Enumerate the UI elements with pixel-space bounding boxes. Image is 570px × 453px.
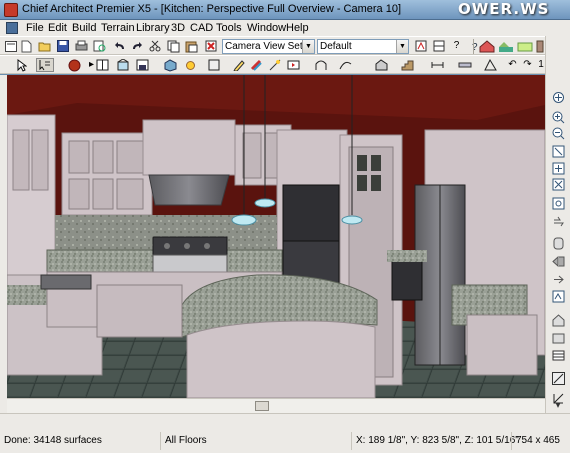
window-icon[interactable] [115, 58, 130, 72]
print-preview-icon[interactable] [92, 39, 107, 53]
menu-edit[interactable]: Edit [48, 22, 67, 34]
help-icon[interactable]: ? [449, 39, 464, 53]
standard-toolbar: Camera View Set ▼ Default ▼ ? ? [0, 36, 545, 55]
view-icon[interactable] [550, 254, 566, 269]
plan-view-icon[interactable] [431, 39, 446, 53]
save-icon[interactable] [55, 39, 70, 53]
zoom-in-icon[interactable] [483, 58, 498, 72]
terrain-icon[interactable] [497, 39, 515, 53]
zoom-out-icon[interactable] [550, 126, 566, 141]
rotate-icon[interactable] [550, 177, 566, 192]
undo-icon[interactable] [112, 39, 127, 53]
camera-icon[interactable] [550, 236, 566, 251]
wall-icon[interactable] [550, 313, 566, 328]
paint-icon[interactable] [249, 58, 264, 72]
layer-forward-icon[interactable]: ↷ [520, 58, 535, 72]
fill-window-icon[interactable] [550, 144, 566, 159]
status-size: 754 x 465 [511, 432, 570, 450]
light-icon[interactable] [183, 58, 198, 72]
box-icon[interactable] [206, 58, 221, 72]
default-select[interactable]: Default ▼ [317, 39, 409, 54]
3d-camera-view[interactable] [7, 75, 545, 398]
delete-icon[interactable] [203, 39, 218, 53]
horizontal-scrollbar[interactable] [7, 398, 545, 413]
camera-view-set-value: Camera View Set [225, 41, 303, 52]
toolbar-separator [473, 39, 474, 54]
floor-icon[interactable] [550, 289, 566, 304]
chevron-down-icon[interactable]: ▼ [302, 40, 314, 53]
cut-icon[interactable] [147, 39, 162, 53]
pencil-icon[interactable] [231, 58, 246, 72]
menu-icon[interactable] [3, 39, 18, 53]
menu-terrain[interactable]: Terrain [101, 22, 135, 34]
arc-icon[interactable] [314, 58, 329, 72]
new-icon[interactable] [19, 39, 34, 53]
layer-icon[interactable] [550, 331, 566, 346]
material-icon[interactable] [267, 58, 282, 72]
menu-3d[interactable]: 3D [171, 22, 185, 34]
layer-back-icon[interactable]: ↶ [505, 58, 520, 72]
roof-icon[interactable] [374, 58, 389, 72]
status-coordinates: X: 189 1/8", Y: 823 5/8", Z: 101 5/16" [351, 432, 519, 450]
copy-icon[interactable] [166, 39, 181, 53]
menu-cad[interactable]: CAD [190, 22, 213, 34]
app-icon [4, 3, 18, 17]
door-open-icon[interactable] [550, 272, 566, 287]
title-bar: Chief Architect Premier X5 - [Kitchen: P… [0, 0, 570, 20]
cabinet-icon[interactable] [95, 58, 110, 72]
print-icon[interactable] [74, 39, 89, 53]
chevron-down-icon[interactable]: ▼ [396, 40, 408, 53]
status-floors: All Floors [160, 432, 351, 450]
orbit-icon[interactable] [550, 196, 566, 211]
fixture-icon[interactable] [163, 58, 178, 72]
menu-help[interactable]: Help [286, 22, 309, 34]
floor-icon[interactable] [516, 39, 534, 53]
menu-bar: File Edit Build Terrain Library 3D CAD T… [0, 20, 570, 36]
house-view-icon[interactable] [478, 39, 496, 53]
menu-library[interactable]: Library [136, 22, 170, 34]
edit-mode-icon[interactable] [36, 58, 54, 72]
scroll-down-icon[interactable]: ▾ [550, 400, 566, 411]
text-icon[interactable] [286, 58, 301, 72]
wall-icon[interactable] [535, 39, 545, 53]
menu-build[interactable]: Build [72, 22, 96, 34]
scroll-thumb[interactable] [255, 401, 269, 411]
window-title: Chief Architect Premier X5 - [Kitchen: P… [22, 3, 402, 15]
menu-window[interactable]: Window [247, 22, 286, 34]
door-icon[interactable] [135, 58, 150, 72]
pan-icon[interactable] [550, 90, 566, 105]
menu-file[interactable]: File [26, 22, 44, 34]
watermark-logo: OWER.WS [458, 0, 550, 18]
paste-icon[interactable] [184, 39, 199, 53]
camera-view-icon[interactable] [413, 39, 428, 53]
status-done: Done: 34148 surfaces [4, 435, 102, 446]
select-icon[interactable] [14, 58, 29, 72]
kitchen-render[interactable] [7, 75, 545, 398]
zoom-in-icon[interactable] [550, 110, 566, 125]
redo-icon[interactable] [129, 39, 144, 53]
build-toolbar: ▸ ↶ ↷ 1 [0, 55, 545, 74]
dimension-icon[interactable] [430, 58, 445, 72]
sphere-icon[interactable] [67, 58, 82, 72]
default-select-value: Default [320, 41, 352, 52]
plant-icon[interactable] [457, 58, 472, 72]
grid-icon[interactable] [550, 348, 566, 363]
document-menu-icon[interactable] [6, 22, 18, 34]
camera-view-set-select[interactable]: Camera View Set ▼ [222, 39, 315, 54]
status-bar: Done: 34148 surfaces All Floors X: 189 1… [0, 413, 570, 453]
right-view-toolbar: ▾ [545, 36, 570, 413]
line-icon[interactable] [550, 371, 566, 386]
zoom-extents-icon[interactable] [550, 161, 566, 176]
line-icon[interactable] [338, 58, 353, 72]
walk-icon[interactable] [550, 213, 566, 228]
stair-icon[interactable] [400, 58, 415, 72]
open-icon[interactable] [37, 39, 52, 53]
menu-tools[interactable]: Tools [216, 22, 242, 34]
left-gutter [0, 75, 7, 413]
